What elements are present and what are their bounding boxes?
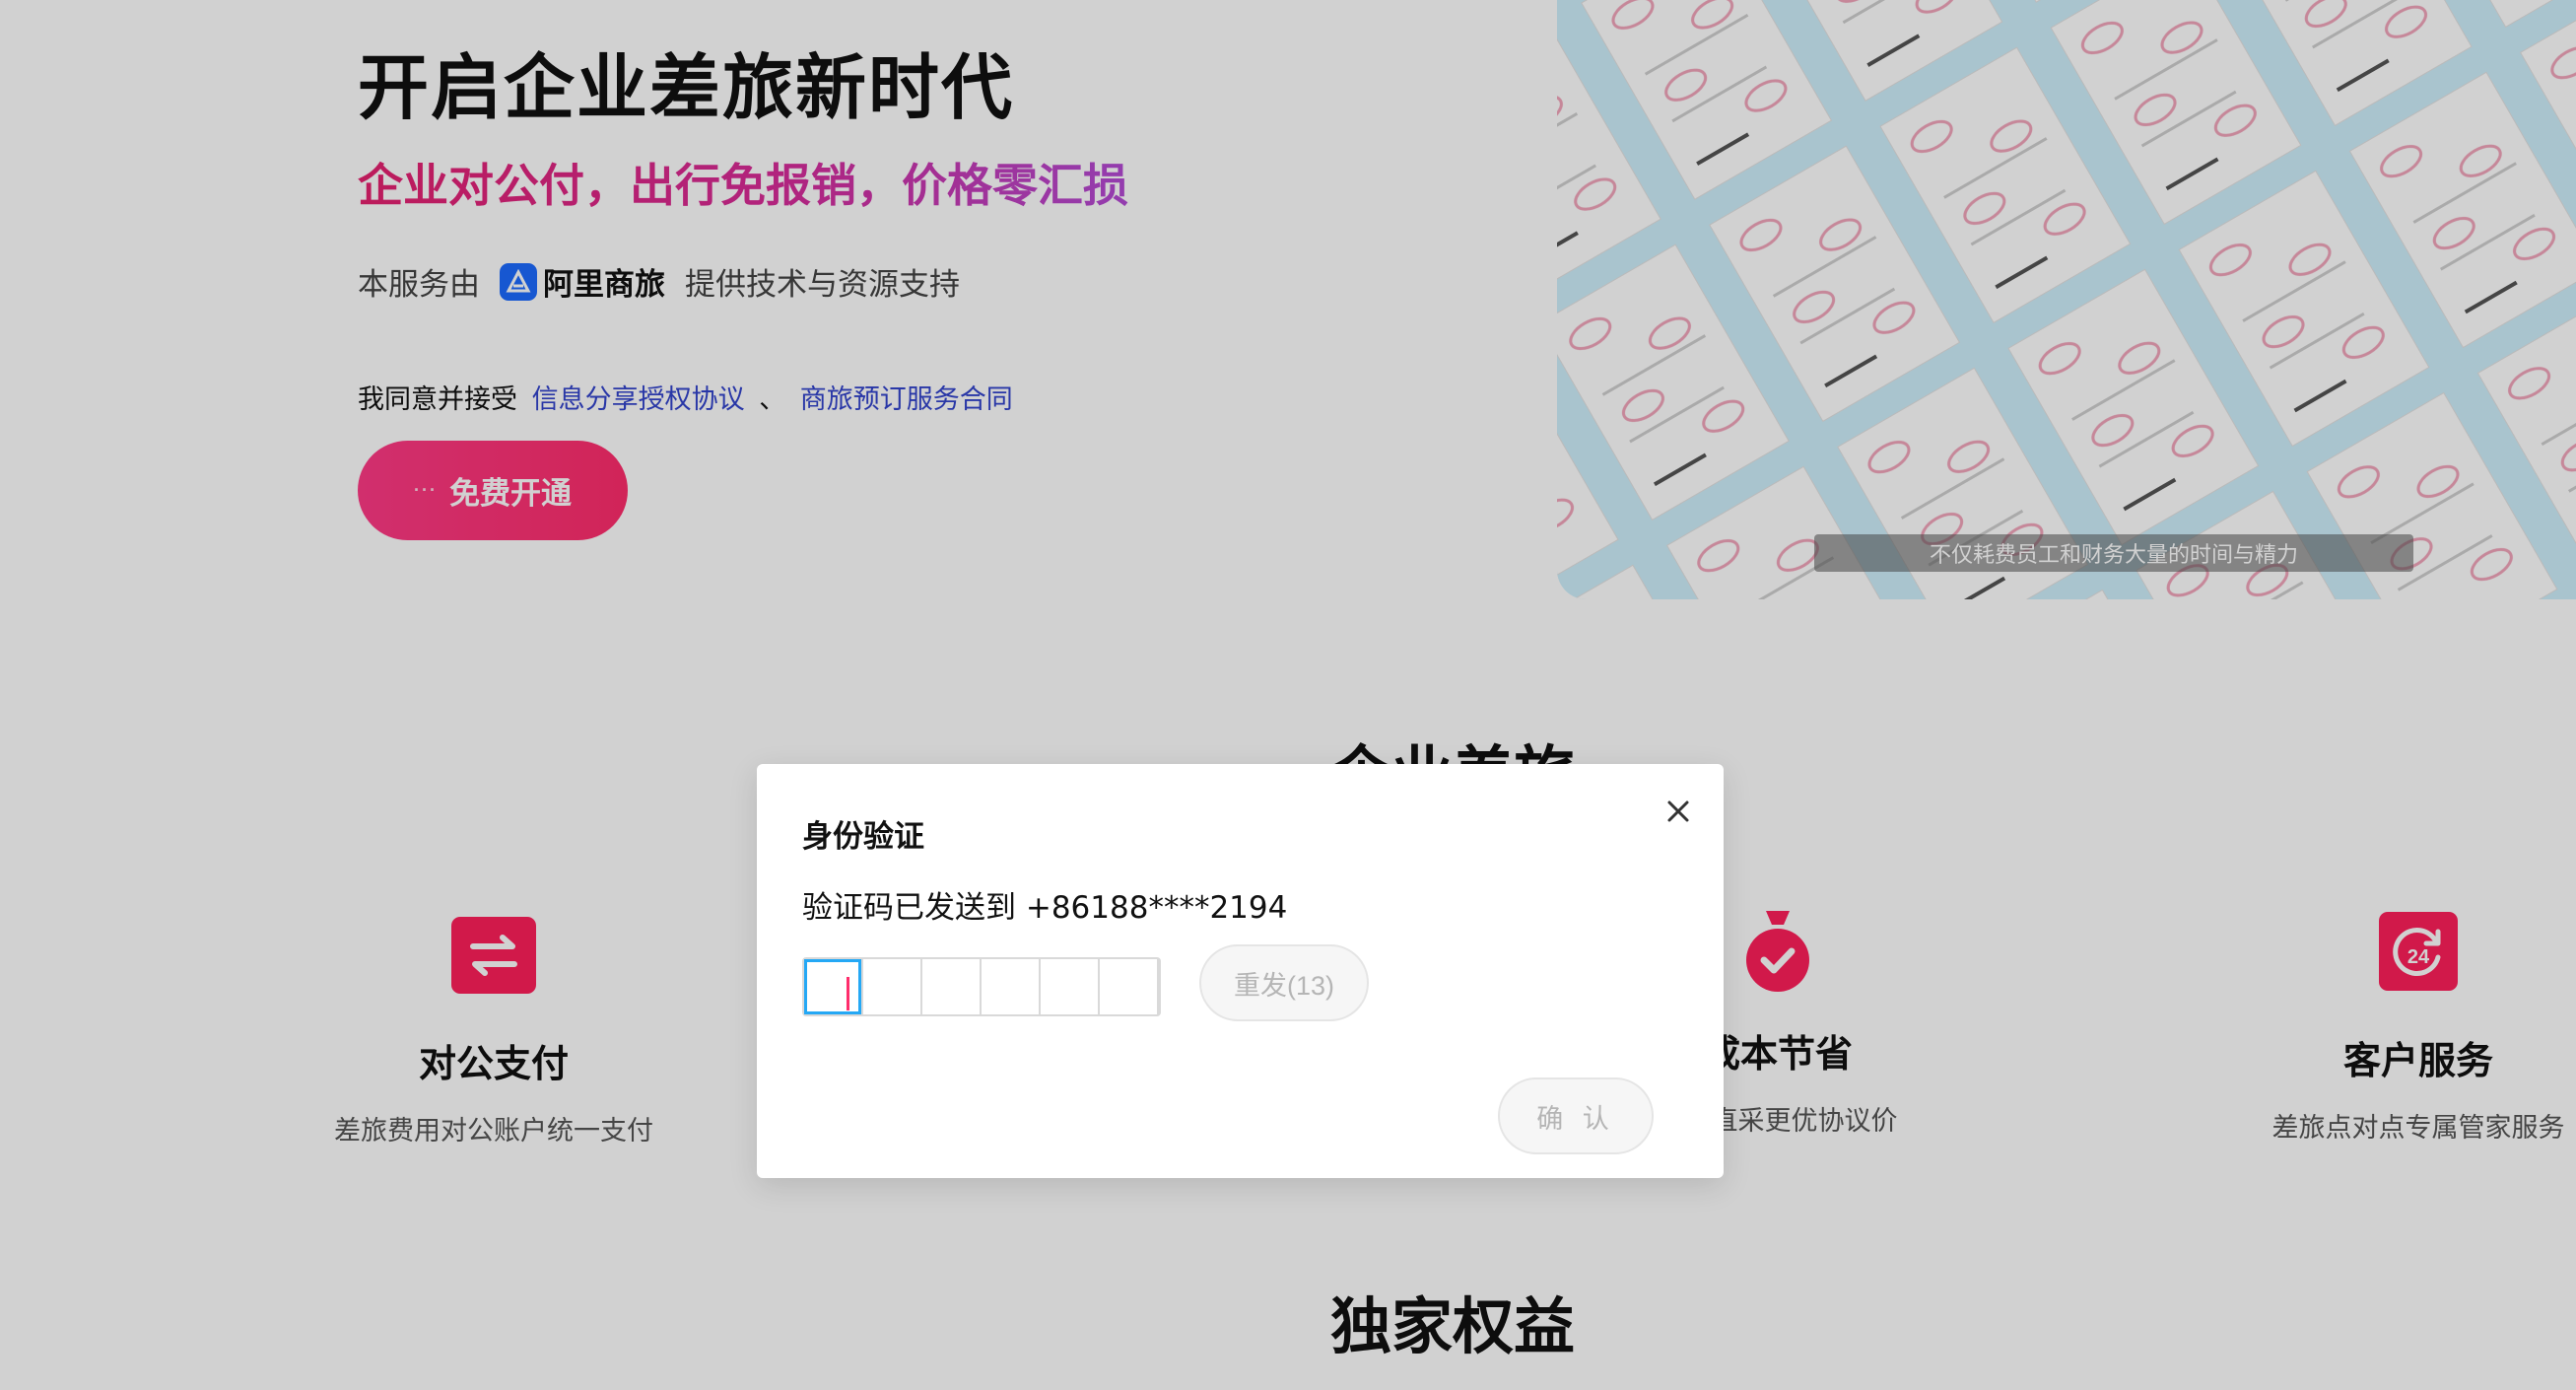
dialog-title: 身份验证	[802, 819, 924, 855]
code-digit-4[interactable]	[982, 959, 1041, 1014]
confirm-button[interactable]: 确 认	[1498, 1077, 1654, 1154]
code-digit-6[interactable]	[1100, 959, 1159, 1014]
resend-code-button[interactable]: 重发(13)	[1199, 944, 1369, 1021]
close-icon[interactable]	[1659, 792, 1698, 831]
modal-overlay[interactable]	[0, 0, 2576, 1390]
verification-code-input	[802, 957, 1161, 1016]
code-digit-5[interactable]	[1041, 959, 1100, 1014]
code-digit-1[interactable]	[804, 959, 863, 1014]
verification-message: 验证码已发送到 +86188****2194	[802, 890, 1288, 926]
identity-verification-dialog: 身份验证 验证码已发送到 +86188****2194 重发(13) 确 认	[757, 764, 1724, 1178]
text-caret	[847, 977, 849, 1010]
code-digit-3[interactable]	[922, 959, 982, 1014]
code-digit-2[interactable]	[863, 959, 922, 1014]
